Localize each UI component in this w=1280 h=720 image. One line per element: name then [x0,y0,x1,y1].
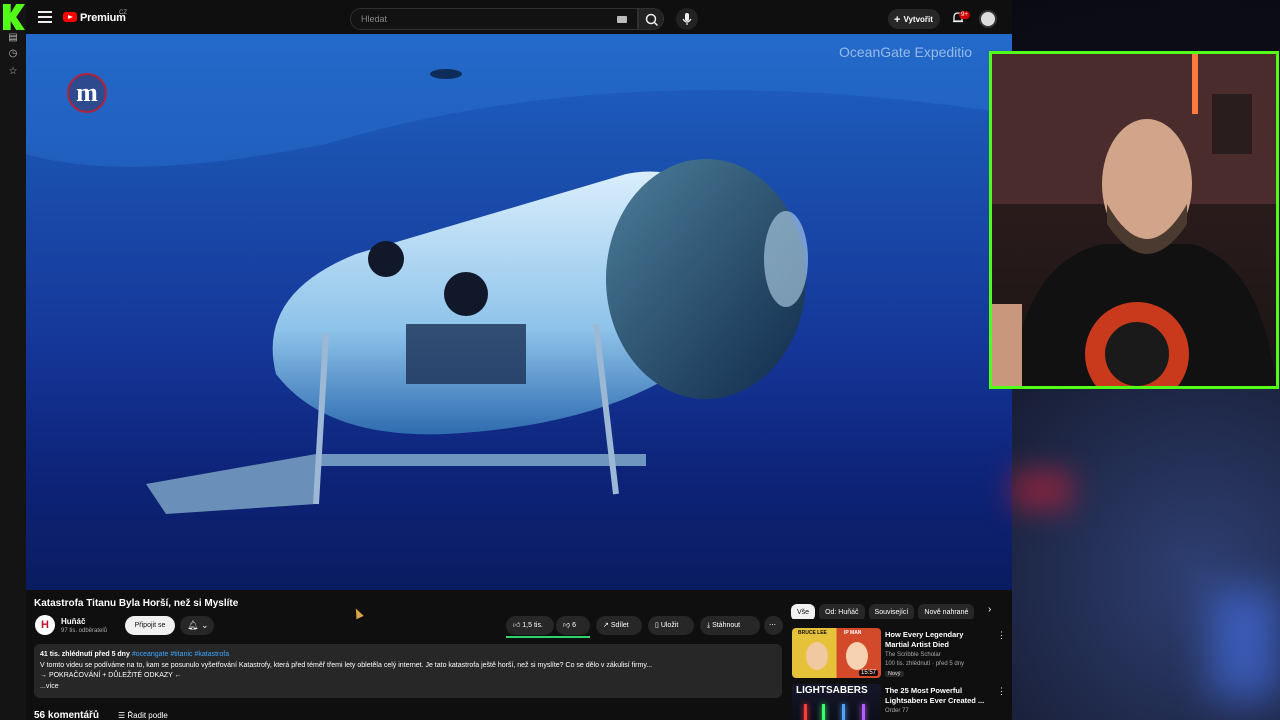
related-meta: 100 tis. zhlédnutí · před 5 dny [885,661,965,667]
dislike-count: 6 [572,622,576,629]
chevron-right-icon[interactable]: › [988,604,991,615]
like-button[interactable]: 👍︎ 1,5 tis. [506,616,554,635]
bookmark-icon: ▯ [655,622,659,629]
thumbs-down-icon: 👎︎ [563,622,571,629]
channel-avatar[interactable]: H [35,615,55,635]
video-duration: 15:57 [858,670,878,676]
star-icon[interactable]: ☆ [7,66,19,78]
home-icon[interactable]: ▤ [7,32,19,44]
download-button[interactable]: ⤓ Stáhnout [700,616,760,635]
sort-label: Řadit podle [127,711,168,720]
more-vertical-icon[interactable]: ⋮ [997,630,1006,641]
sort-comments-button[interactable]: ☰ Řadit podle [118,711,168,720]
hashtags[interactable]: #oceangate #titanic #katastrofa [132,651,229,658]
video-thumbnail[interactable]: LIGHTSABERS [792,684,881,720]
video-thumbnail[interactable]: BRUCE LEE IP MAN 15:57 [792,628,881,678]
microphone-icon [682,13,692,25]
youtube-window: Premium CZ Hledat + Vytvořit 9+ OceanGat… [26,0,1012,720]
webcam-overlay [989,51,1279,389]
show-more-link[interactable]: ...více [40,682,776,693]
sort-icon: ☰ [118,711,126,720]
chip-all[interactable]: Vše [791,604,816,619]
bell-icon: 🔔︎ [187,620,199,630]
like-count: 1,5 tis. [522,622,543,629]
share-icon: ↗ [603,622,609,629]
lightsaber-blue [842,704,845,720]
kick-sidebar: ▤ ◷ ☆ [0,0,26,720]
related-video[interactable]: LIGHTSABERS The 25 Most Powerful Lightsa… [792,684,1007,720]
thumbs-up-icon: 👍︎ [513,622,521,629]
menu-icon[interactable] [38,11,52,23]
share-button[interactable]: ↗ Sdílet [596,616,642,635]
related-title[interactable]: How Every Legendary Martial Artist Died [885,630,989,650]
more-actions-button[interactable]: ⋯ [764,616,783,635]
thumbnail-text: LIGHTSABERS [796,685,868,696]
create-label: Vytvořit [903,15,933,24]
download-label: Stáhnout [712,622,741,629]
video-title: Katastrofa Titanu Byla Horší, než si Mys… [34,598,239,609]
save-label: Uložit [660,622,679,629]
lightsaber-green [822,704,825,720]
search-icon [645,13,659,27]
top-bar: Premium CZ Hledat + Vytvořit 9+ [26,0,1012,36]
video-player[interactable]: OceanGate Expeditio m [26,34,1012,590]
search-input[interactable]: Hledat [350,8,638,30]
plus-icon: + [894,14,901,26]
new-badge: Nový [885,671,904,677]
chip-from-channel[interactable]: Od: Huňáč [819,604,865,619]
notification-badge: 9+ [959,11,970,19]
search-placeholder: Hledat [361,14,388,24]
related-channel[interactable]: The Scribble Scholar [885,652,941,658]
streamer-camera-image [992,54,1276,386]
related-channel[interactable]: Order 77 [885,708,909,714]
channel-corner-logo: m [67,73,107,113]
youtube-logo-icon[interactable] [63,12,77,22]
thumbnail-text-left: BRUCE LEE [798,630,827,636]
description-box[interactable]: 41 tis. zhlédnutí před 5 dny #oceangate … [34,644,782,698]
related-title[interactable]: The 25 Most Powerful Lightsabers Ever Cr… [885,686,989,706]
notification-settings-button[interactable]: 🔔︎ ⌄ [180,616,214,635]
clock-icon[interactable]: ◷ [7,48,19,60]
chip-related[interactable]: Související [868,604,915,619]
save-button[interactable]: ▯ Uložit [648,616,694,635]
region-label: CZ [119,10,127,16]
channel-name[interactable]: Huňáč [61,617,85,626]
background-light [1210,590,1280,700]
download-icon: ⤓ [707,622,711,629]
join-button[interactable]: Připojit se [125,616,175,635]
related-filter-chips: Vše Od: Huňáč Související Nově nahrané [791,601,1006,619]
search-button[interactable] [638,8,664,30]
description-links: → POKRAČOVÁNÍ + DŮLEŽITÉ ODKAZY ← [40,672,182,679]
chevron-down-icon: ⌄ [200,620,209,630]
submersible-image [26,34,1012,514]
keyboard-icon[interactable] [617,16,627,23]
more-horizontal-icon: ⋯ [769,622,776,629]
account-avatar[interactable] [979,10,997,28]
kick-logo-icon[interactable] [3,4,25,30]
related-video[interactable]: BRUCE LEE IP MAN 15:57 How Every Legenda… [792,628,1007,680]
background-light [1012,470,1072,510]
share-label: Sdílet [610,622,629,629]
lightsaber-purple [862,704,865,720]
create-button[interactable]: + Vytvořit [888,9,940,29]
face-illustration [806,642,828,670]
thumbnail-text-right: IP MAN [844,630,862,636]
chip-recent[interactable]: Nově nahrané [918,604,975,619]
dislike-button[interactable]: 👎︎ 6 [556,616,590,635]
like-bar [506,636,590,638]
more-vertical-icon[interactable]: ⋮ [997,686,1006,697]
comments-count: 56 komentářů [34,710,100,720]
face-illustration [846,642,868,670]
views-date: 41 tis. zhlédnutí před 5 dny [40,651,130,658]
subscriber-count: 97 tis. odběratelů [61,628,108,634]
voice-search-button[interactable] [676,8,698,30]
lightsaber-red [804,704,807,720]
screen: ▤ ◷ ☆ Premium CZ Hledat + Vytvořit 9+ Oc… [0,0,1280,720]
description-text: V tomto videu se podíváme na to, kam se … [40,661,653,669]
video-watermark: OceanGate Expeditio [839,44,973,60]
